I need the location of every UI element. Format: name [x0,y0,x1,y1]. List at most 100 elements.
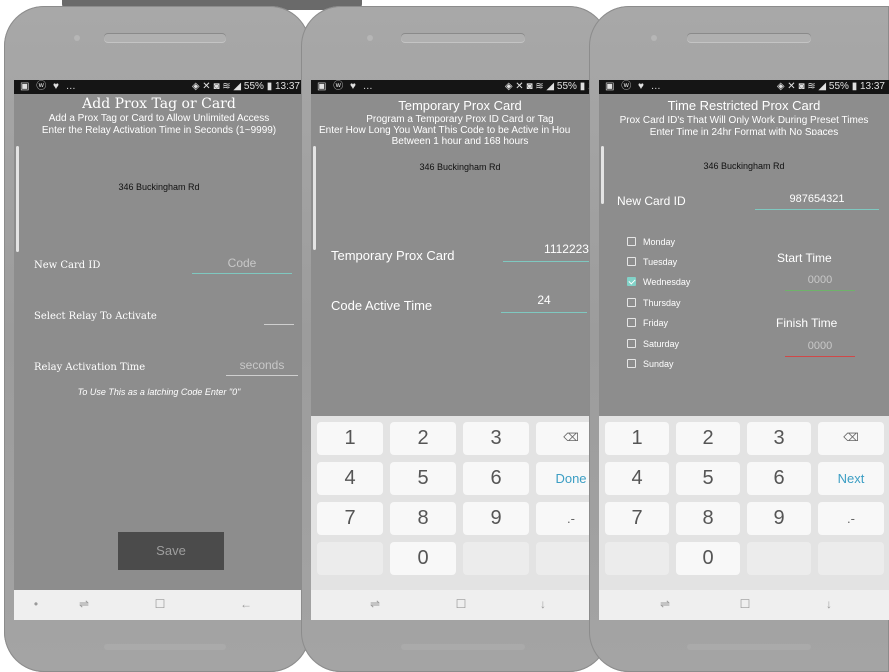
start-time-label: Start Time [777,251,832,265]
key-2[interactable]: 2 [390,422,456,455]
status-bar: ▣ ⓦ ♥ … ◈ ✕ ◙ ≋ ◢ 55% ▮ 13:37 [14,80,304,94]
checkbox-friday[interactable] [627,318,636,327]
checkbox-tuesday[interactable] [627,257,636,266]
hide-keyboard-icon[interactable]: ↓ [819,597,839,611]
home-icon[interactable]: ☐ [451,597,471,611]
status-bar: ▣ ⓦ ♥ … ◈ ✕ ◙ ≋ ◢ 55% ▮ 13:37 [311,80,609,94]
backspace-key[interactable]: ⌫ [818,422,884,455]
numeric-keypad: 1 2 3 ⌫ 4 5 6 Next 7 8 9 .- 0 [599,416,889,590]
blank-key [818,542,884,575]
phone-add-prox-tag: ▣ ⓦ ♥ … ◈ ✕ ◙ ≋ ◢ 55% ▮ 13:37 Add Prox T… [4,6,310,672]
day-saturday[interactable]: Saturday [627,337,679,351]
day-tuesday[interactable]: Tuesday [627,255,677,269]
key-8[interactable]: 8 [390,502,456,535]
android-nav-bar: ⇌ ☐ ↓ [311,590,609,620]
page-subtitle-1: Prox Card ID's That Will Only Work Durin… [619,115,869,126]
front-camera [74,35,80,41]
status-icons-right: ◈ ✕ ◙ ≋ ◢ 55% ▮ 13:37 [776,81,885,92]
blank-key [463,542,529,575]
key-9[interactable]: 9 [463,502,529,535]
page-subtitle-1: Add a Prox Tag or Card to Allow Unlimite… [48,113,270,124]
page-subtitle-3: Between 1 hour and 168 hours [391,136,529,147]
code-active-time-input[interactable]: 24 [501,293,587,307]
recent-apps-icon[interactable]: ⇌ [655,597,675,611]
activation-time-input[interactable]: seconds [226,358,298,372]
key-6[interactable]: 6 [747,462,811,495]
key-8[interactable]: 8 [676,502,740,535]
checkbox-sunday[interactable] [627,359,636,368]
next-key[interactable]: Next [818,462,884,495]
phone-temporary-prox-card: ▣ ⓦ ♥ … ◈ ✕ ◙ ≋ ◢ 55% ▮ 13:37 Temporary … [301,6,609,672]
key-0[interactable]: 0 [676,542,740,575]
scroll-indicator[interactable] [16,146,19,252]
select-relay-dropdown[interactable] [264,324,294,325]
address-label: 346 Buckingham Rd [419,162,501,172]
screen: ▣ ⓦ ♥ … ◈ ✕ ◙ ≋ ◢ 55% ▮ 13:37 Time Restr… [599,80,889,620]
key-1[interactable]: 1 [605,422,669,455]
new-card-id-input[interactable]: 987654321 [755,193,879,205]
key-9[interactable]: 9 [747,502,811,535]
new-card-id-label: New Card ID [617,194,686,208]
recent-apps-icon[interactable]: ⇌ [365,597,385,611]
bottom-speaker [687,644,811,650]
latching-note: To Use This as a latching Code Enter "0" [77,387,241,397]
page-subtitle-2: Enter the Relay Activation Time in Secon… [41,125,277,136]
symbol-key[interactable]: .- [818,502,884,535]
new-card-id-underline [192,273,292,274]
day-friday[interactable]: Friday [627,316,668,330]
code-active-time-underline [501,312,587,313]
front-camera [651,35,657,41]
front-camera [367,35,373,41]
new-card-id-label: New Card ID [34,260,101,271]
screen: ▣ ⓦ ♥ … ◈ ✕ ◙ ≋ ◢ 55% ▮ 13:37 Temporary … [311,80,609,620]
page-subtitle-2: Enter How Long You Want This Code to be … [319,125,571,136]
page-subtitle-2: Enter Time in 24hr Format with No Spaces [649,127,839,135]
activation-time-underline [226,375,298,376]
address-label: 346 Buckingham Rd [703,161,785,171]
nav-dot-icon[interactable]: • [26,597,46,611]
key-1[interactable]: 1 [317,422,383,455]
checkbox-thursday[interactable] [627,298,636,307]
key-4[interactable]: 4 [605,462,669,495]
status-icons-left: ▣ ⓦ ♥ … [317,81,375,92]
phone-time-restricted-prox-card: ▣ ⓦ ♥ … ◈ ✕ ◙ ≋ ◢ 55% ▮ 13:37 Time Restr… [589,6,889,672]
checkbox-wednesday[interactable] [627,277,636,286]
page-title: Time Restricted Prox Card [667,98,821,113]
save-button[interactable]: Save [118,532,224,570]
scroll-indicator[interactable] [601,146,604,204]
start-time-input[interactable]: 0000 [785,274,855,286]
checkbox-saturday[interactable] [627,339,636,348]
finish-time-input[interactable]: 0000 [785,340,855,352]
key-3[interactable]: 3 [463,422,529,455]
status-icons-left: ▣ ⓦ ♥ … [605,81,663,92]
activation-time-label: Relay Activation Time [34,362,146,373]
recent-apps-icon[interactable]: ⇌ [74,597,94,611]
code-active-time-label: Code Active Time [331,298,433,313]
key-6[interactable]: 6 [463,462,529,495]
key-0[interactable]: 0 [390,542,456,575]
key-7[interactable]: 7 [605,502,669,535]
key-7[interactable]: 7 [317,502,383,535]
key-4[interactable]: 4 [317,462,383,495]
numeric-keypad: 1 2 3 ⌫ 4 5 6 Done 7 8 9 .- 0 [311,416,609,590]
hide-keyboard-icon[interactable]: ↓ [533,597,553,611]
home-icon[interactable]: ☐ [735,597,755,611]
checkbox-monday[interactable] [627,237,636,246]
page-subtitle-1: Program a Temporary Prox ID Card or Tag [366,114,554,125]
day-wednesday[interactable]: Wednesday [627,275,690,289]
home-icon[interactable]: ☐ [150,597,170,611]
key-3[interactable]: 3 [747,422,811,455]
finish-time-underline [785,356,855,357]
day-thursday[interactable]: Thursday [627,296,681,310]
day-monday[interactable]: Monday [627,235,675,249]
earpiece-speaker [104,34,226,42]
back-arrow-icon[interactable]: ← [236,597,256,611]
start-time-underline [785,290,855,291]
key-5[interactable]: 5 [390,462,456,495]
android-nav-bar: • ⇌ ☐ ← [14,590,304,620]
key-5[interactable]: 5 [676,462,740,495]
day-sunday[interactable]: Sunday [627,357,674,371]
status-icons-left: ▣ ⓦ ♥ … [20,81,78,92]
new-card-id-input[interactable]: Code [192,256,292,270]
key-2[interactable]: 2 [676,422,740,455]
